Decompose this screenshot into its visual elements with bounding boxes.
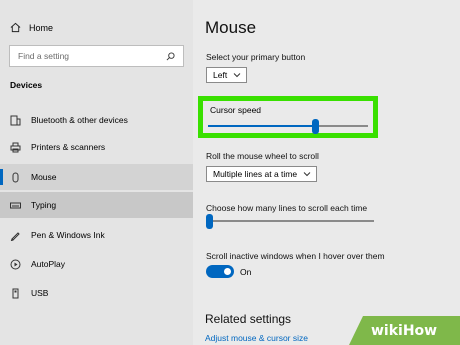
chevron-down-icon [303,172,311,177]
sidebar-item-label: Mouse [31,172,57,182]
main-panel: Mouse Select your primary button Left Cu… [193,0,460,345]
autoplay-icon [10,259,21,270]
highlight-box: Cursor speed [198,96,378,138]
sidebar-item-label: Printers & scanners [31,142,106,152]
slider-track [206,220,374,222]
usb-icon [10,288,21,299]
home-link[interactable]: Home [10,22,53,33]
sidebar-item-pen[interactable]: Pen & Windows Ink [0,222,193,248]
search-icon [166,51,175,60]
toggle-state-label: On [240,267,252,277]
primary-button-dropdown[interactable]: Left [206,67,248,83]
home-label: Home [29,22,54,33]
scroll-wheel-dropdown[interactable]: Multiple lines at a time [206,166,318,182]
sidebar-item-autoplay[interactable]: AutoPlay [0,251,193,277]
watermark-corner [349,316,363,345]
search-input[interactable]: Find a setting [9,45,184,67]
printer-icon [10,142,21,153]
inactive-scroll-toggle[interactable] [206,265,234,278]
cursor-speed-label: Cursor speed [210,105,262,115]
sidebar-item-mouse[interactable]: Mouse [0,164,193,190]
sidebar: Home Find a setting Devices Bluetooth & … [0,0,193,345]
sidebar-item-label: Pen & Windows Ink [31,230,105,240]
wikihow-watermark: wiki How [349,316,460,345]
mouse-icon [10,172,21,183]
section-title-devices: Devices [10,80,43,90]
sidebar-item-typing[interactable]: Typing [0,192,193,218]
home-icon [10,22,21,33]
sidebar-item-printers[interactable]: Printers & scanners [0,134,193,160]
slider-thumb[interactable] [312,119,319,134]
selected-indicator [0,169,3,185]
sidebar-item-label: Bluetooth & other devices [31,115,128,125]
bluetooth-devices-icon [10,115,21,126]
chevron-down-icon [233,73,241,78]
page-title: Mouse [205,18,257,37]
sidebar-item-label: USB [31,288,49,298]
sidebar-item-bluetooth[interactable]: Bluetooth & other devices [0,107,193,133]
related-settings-heading: Related settings [205,312,292,326]
toggle-knob [224,268,231,275]
sidebar-item-usb[interactable]: USB [0,280,193,306]
slider-fill [208,125,315,127]
primary-button-value: Left [213,70,228,80]
scroll-wheel-label: Roll the mouse wheel to scroll [206,151,319,161]
sidebar-item-label: AutoPlay [31,259,66,269]
scroll-lines-slider[interactable] [206,214,374,229]
primary-button-label: Select your primary button [206,52,306,62]
scroll-wheel-value: Multiple lines at a time [213,169,298,179]
scroll-lines-label: Choose how many lines to scroll each tim… [206,203,368,213]
sidebar-item-label: Typing [31,200,57,210]
search-placeholder: Find a setting [18,51,70,61]
inactive-scroll-label: Scroll inactive windows when I hover ove… [206,251,385,261]
watermark-logo: wiki [371,322,403,339]
cursor-speed-slider[interactable] [208,119,368,134]
pen-icon [10,230,21,241]
slider-thumb[interactable] [206,214,213,229]
watermark-logo-suffix: How [402,322,438,339]
keyboard-icon [10,200,21,211]
adjust-cursor-size-link[interactable]: Adjust mouse & cursor size [205,333,308,343]
